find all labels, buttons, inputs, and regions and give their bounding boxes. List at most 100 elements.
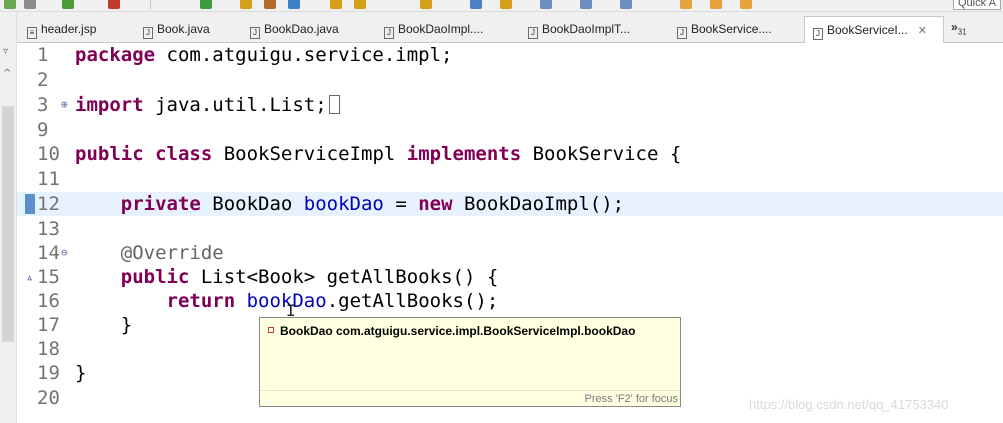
toolbar-tool-icon[interactable] bbox=[740, 0, 752, 9]
editor-tab-bar: ≡ header.jsp J Book.java J BookDao.java J Bo… bbox=[17, 12, 1003, 43]
code-token: BookDao bbox=[200, 193, 304, 215]
tab-label: BookDaoImplT... bbox=[542, 22, 631, 36]
code-token: .getAllBooks(); bbox=[326, 290, 499, 312]
chevron-up-icon[interactable]: ^ bbox=[3, 68, 11, 79]
quick-access-input[interactable]: Quick A bbox=[953, 0, 1001, 10]
vertical-scrollbar[interactable] bbox=[2, 106, 14, 342]
toolbar-tool-icon[interactable] bbox=[330, 0, 342, 9]
toolbar-tool-icon[interactable] bbox=[680, 0, 692, 9]
java-file-icon: J bbox=[384, 27, 394, 39]
code-token: java.util.List; bbox=[143, 94, 327, 116]
collapsed-region-box[interactable] bbox=[328, 95, 340, 114]
line-number: 9 bbox=[37, 119, 49, 141]
tab-bookserviceimpl[interactable]: J BookServiceI... ✕ bbox=[804, 16, 944, 43]
code-line[interactable]: 3 ⊕ import java.util.List; bbox=[17, 93, 1003, 117]
field-token: bookDao bbox=[303, 193, 384, 215]
hover-tooltip[interactable]: BookDao com.atguigu.service.impl.BookSer… bbox=[259, 317, 681, 407]
code-line[interactable]: 9 bbox=[17, 118, 1003, 142]
code-text: import java.util.List; bbox=[75, 93, 340, 117]
java-file-icon: J bbox=[528, 27, 538, 39]
tab-bookservice[interactable]: J BookService.... bbox=[669, 18, 772, 42]
chevron-double-right-icon: » bbox=[951, 20, 958, 34]
code-text: public List<Book> getAllBooks() { bbox=[75, 265, 499, 289]
toolbar-tool-icon[interactable] bbox=[580, 0, 592, 9]
code-text: public class BookServiceImpl implements … bbox=[75, 142, 681, 166]
fold-toggle-icon[interactable]: ⊖ bbox=[61, 241, 68, 265]
line-number: 15 bbox=[37, 266, 60, 288]
override-marker-icon[interactable]: ▵ bbox=[26, 265, 33, 289]
code-token: = bbox=[383, 193, 419, 215]
tab-bookdao-java[interactable]: J BookDao.java bbox=[242, 18, 339, 42]
tab-bookdaoimpl[interactable]: J BookDaoImpl.... bbox=[376, 18, 483, 42]
code-line[interactable]: ▵ 15 public List<Book> getAllBooks() { bbox=[17, 265, 1003, 289]
toolbar-tool-icon[interactable] bbox=[470, 0, 482, 9]
toolbar-tool-icon[interactable] bbox=[540, 0, 552, 9]
keyword-token: private bbox=[120, 193, 201, 215]
code-line[interactable]: 16 return bookDao.getAllBooks(); bbox=[17, 289, 1003, 313]
jsp-file-icon: ≡ bbox=[27, 27, 37, 39]
line-number: 19 bbox=[37, 362, 60, 384]
java-file-icon: J bbox=[143, 27, 153, 39]
tab-bookdaoimpltest[interactable]: J BookDaoImplT... bbox=[520, 18, 630, 42]
keyword-token: return bbox=[166, 290, 236, 312]
line-number: 2 bbox=[37, 69, 49, 91]
code-token: BookService { bbox=[521, 143, 682, 165]
tab-label: BookDaoImpl.... bbox=[398, 22, 484, 36]
code-token: } bbox=[75, 362, 87, 384]
tab-header-jsp[interactable]: ≡ header.jsp bbox=[19, 18, 96, 42]
tooltip-content: BookDao com.atguigu.service.impl.BookSer… bbox=[268, 324, 635, 338]
close-icon[interactable]: ✕ bbox=[918, 25, 927, 37]
java-file-icon: J bbox=[813, 28, 823, 40]
code-line[interactable]: 10 public class BookServiceImpl implement… bbox=[17, 142, 1003, 166]
tab-label: BookServiceI... bbox=[827, 23, 908, 37]
toolbar-tool-icon[interactable] bbox=[108, 0, 120, 9]
code-line[interactable]: 13 bbox=[17, 217, 1003, 241]
toolbar-tool-icon[interactable] bbox=[4, 0, 16, 9]
tab-book-java[interactable]: J Book.java bbox=[135, 18, 210, 42]
line-number: 10 bbox=[37, 143, 60, 165]
tooltip-text: BookDao com.atguigu.service.impl.BookSer… bbox=[280, 324, 636, 338]
code-text: } bbox=[75, 361, 86, 385]
line-number: 11 bbox=[37, 168, 60, 190]
toolbar-tool-icon[interactable] bbox=[620, 0, 632, 9]
keyword-token: package bbox=[75, 44, 156, 66]
code-line[interactable]: 1 package com.atguigu.service.impl; bbox=[17, 43, 1003, 67]
code-token: } bbox=[75, 314, 133, 336]
toolbar-separator bbox=[150, 0, 151, 10]
toolbar-tool-icon[interactable] bbox=[62, 0, 74, 9]
tab-label: Book.java bbox=[157, 22, 210, 36]
fold-toggle-icon[interactable]: ⊕ bbox=[61, 93, 68, 117]
toolbar-tool-icon[interactable] bbox=[710, 0, 722, 9]
toolbar-tool-icon[interactable] bbox=[354, 0, 366, 9]
code-line[interactable]: 14 ⊖ @Override bbox=[17, 241, 1003, 265]
line-number: 20 bbox=[37, 387, 60, 409]
line-number: 13 bbox=[37, 218, 60, 240]
tab-overflow-button[interactable]: »31 bbox=[951, 20, 967, 36]
tab-label: header.jsp bbox=[41, 22, 97, 36]
code-text: private BookDao bookDao = new BookDaoImp… bbox=[75, 192, 624, 216]
tooltip-focus-hint: Press 'F2' for focus bbox=[584, 393, 678, 405]
toolbar-tool-icon[interactable] bbox=[264, 0, 276, 9]
code-line[interactable]: 2 bbox=[17, 68, 1003, 92]
field-icon bbox=[268, 327, 274, 333]
toolbar-tool-icon[interactable] bbox=[24, 0, 36, 9]
code-token: BookDaoImpl(); bbox=[452, 193, 625, 215]
toolbar-tool-icon[interactable] bbox=[240, 0, 252, 9]
toolbar-tool-icon[interactable] bbox=[200, 0, 212, 9]
code-line[interactable]: 11 bbox=[17, 167, 1003, 191]
code-line[interactable]: 12 private BookDao bookDao = new BookDao… bbox=[17, 192, 1003, 216]
line-number: 16 bbox=[37, 290, 60, 312]
toolbar-tool-icon[interactable] bbox=[500, 0, 512, 9]
keyword-token: public bbox=[120, 266, 190, 288]
code-token: List<Book> getAllBooks() { bbox=[189, 266, 499, 288]
restore-icon[interactable]: ▿ bbox=[3, 46, 8, 57]
main-toolbar: Quick A bbox=[0, 0, 1003, 12]
line-number: 12 bbox=[37, 193, 60, 215]
toolbar-tool-icon[interactable] bbox=[420, 0, 432, 9]
toolbar-tool-icon[interactable] bbox=[288, 0, 300, 9]
